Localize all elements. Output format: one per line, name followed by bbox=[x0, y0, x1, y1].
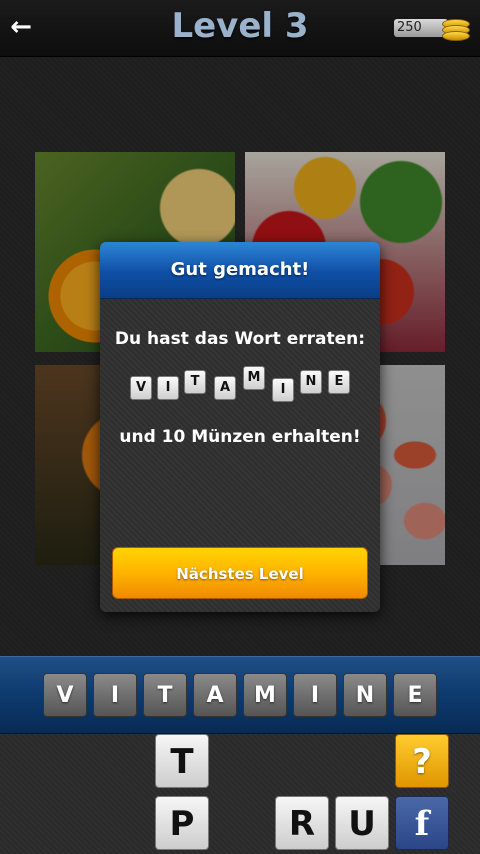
dialog-title: Gut gemacht! bbox=[170, 259, 310, 280]
answer-slot[interactable]: M bbox=[243, 673, 287, 717]
answer-slot[interactable]: I bbox=[293, 673, 337, 717]
answer-slot[interactable]: V bbox=[43, 673, 87, 717]
letter-key[interactable]: U bbox=[335, 796, 389, 850]
next-level-button[interactable]: Nächstes Level bbox=[112, 547, 368, 599]
word-letter: V bbox=[130, 376, 152, 400]
answer-slot[interactable]: T bbox=[143, 673, 187, 717]
letter-key[interactable]: P bbox=[155, 796, 209, 850]
hint-button[interactable]: ? bbox=[395, 734, 449, 788]
answer-slot[interactable]: N bbox=[343, 673, 387, 717]
coin-counter: 250 bbox=[394, 15, 470, 41]
answer-slot[interactable]: E bbox=[393, 673, 437, 717]
solved-word: V I T A M I N E bbox=[130, 366, 352, 404]
facebook-button[interactable]: f bbox=[395, 796, 449, 850]
answer-slot[interactable]: A bbox=[193, 673, 237, 717]
coin-count: 250 bbox=[394, 19, 448, 37]
question-mark-icon: ? bbox=[412, 742, 432, 782]
facebook-icon: f bbox=[414, 804, 430, 844]
word-letter: A bbox=[214, 376, 236, 400]
letter-key[interactable]: R bbox=[275, 796, 329, 850]
answer-slot[interactable]: I bbox=[93, 673, 137, 717]
word-letter: I bbox=[157, 376, 179, 400]
dialog-header: Gut gemacht! bbox=[100, 242, 380, 299]
word-letter: E bbox=[328, 370, 350, 394]
success-dialog: Gut gemacht! Du hast das Wort erraten: V… bbox=[100, 242, 380, 612]
word-letter: T bbox=[184, 370, 206, 394]
top-bar: ← Level 3 250 bbox=[0, 0, 480, 57]
word-letter: I bbox=[272, 378, 294, 402]
coin-stack-icon bbox=[442, 15, 470, 41]
word-letter: N bbox=[300, 370, 322, 394]
answer-bar: V I T A M I N E bbox=[0, 656, 480, 734]
reward-message: und 10 Münzen erhalten! bbox=[119, 427, 361, 447]
word-letter: M bbox=[243, 366, 265, 390]
dialog-message: Du hast das Wort erraten: bbox=[114, 329, 366, 349]
letter-key[interactable]: T bbox=[155, 734, 209, 788]
